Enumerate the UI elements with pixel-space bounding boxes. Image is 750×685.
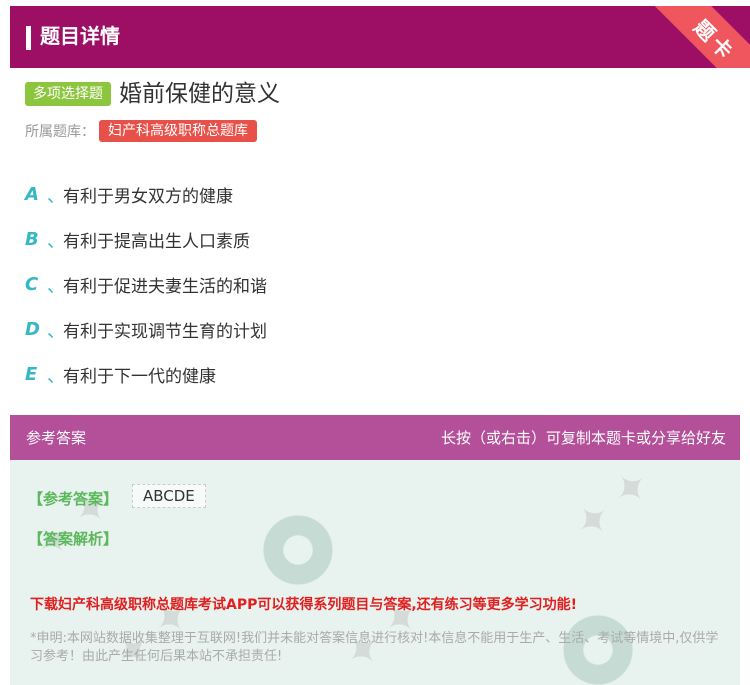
ticket-ribbon[interactable]: 题卡 (652, 6, 750, 68)
analysis-label: 【答案解析】 (28, 530, 119, 548)
option-text: 有利于男女双方的健康 (63, 187, 233, 207)
option-text: 有利于促进夫妻生活的和谐 (63, 277, 267, 297)
option-separator: 、 (47, 230, 65, 252)
option-text: 有利于提高出生人口素质 (63, 232, 250, 252)
option-letter: D (25, 319, 40, 340)
option-d[interactable]: D 、 有利于实现调节生育的计划 (25, 307, 267, 352)
option-separator: 、 (47, 275, 65, 297)
option-e[interactable]: E 、 有利于下一代的健康 (25, 352, 267, 397)
option-text: 有利于实现调节生育的计划 (63, 322, 267, 342)
option-separator: 、 (47, 320, 65, 342)
header-bar: 题目详情 题卡 (10, 6, 750, 68)
option-a[interactable]: A 、 有利于男女双方的健康 (25, 172, 267, 217)
watermark-decoration: ✦ ✦ (564, 460, 661, 551)
disclaimer-text: *申明:本网站数据收集整理于互联网!我们并未能对答案信息进行核对!本信息不能用于… (30, 631, 719, 664)
question-type-badge: 多项选择题 (25, 82, 111, 106)
answer-label: 【参考答案】 (28, 490, 119, 508)
option-letter: B (25, 229, 39, 250)
question-row: 多项选择题 婚前保健的意义 (25, 78, 280, 110)
answer-value: ABCDE (132, 484, 206, 508)
option-letter: C (25, 274, 39, 295)
option-separator: 、 (47, 365, 65, 387)
options-list: A 、 有利于男女双方的健康 B 、 有利于提高出生人口素质 C 、 有利于促进… (25, 172, 267, 397)
header-accent (26, 26, 31, 50)
answer-section-header: 参考答案 长按（或右击）可复制本题卡或分享给好友 (10, 415, 740, 460)
page-title: 题目详情 (40, 24, 120, 48)
question-bank-row: 所属题库： 妇产科高级职称总题库 (25, 120, 257, 142)
answer-section-body: ✦ ✦ ✦ ✦ ✦ ✦ ✦ ✦ 【参考答案】 ABCDE 【答案解析】 下载妇产… (10, 460, 740, 685)
option-c[interactable]: C 、 有利于促进夫妻生活的和谐 (25, 262, 267, 307)
question-title: 婚前保健的意义 (119, 81, 280, 107)
option-b[interactable]: B 、 有利于提高出生人口素质 (25, 217, 267, 262)
option-text: 有利于下一代的健康 (63, 367, 216, 387)
app-promo-text[interactable]: 下载妇产科高级职称总题库考试APP可以获得系列题目与答案,还有练习等更多学习功能… (30, 594, 577, 614)
watermark-logo-icon (258, 510, 338, 590)
answer-header-label: 参考答案 (26, 429, 87, 447)
bank-badge[interactable]: 妇产科高级职称总题库 (99, 120, 257, 142)
option-letter: A (25, 184, 39, 205)
bank-label: 所属题库： (25, 124, 95, 140)
option-separator: 、 (47, 185, 65, 207)
copy-share-hint: 长按（或右击）可复制本题卡或分享给好友 (440, 429, 726, 447)
option-letter: E (25, 364, 38, 385)
